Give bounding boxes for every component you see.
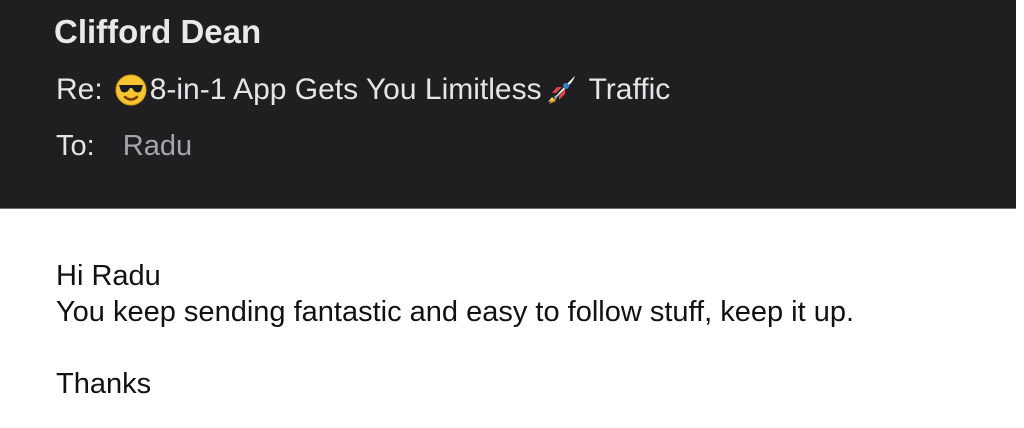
email-view: Clifford Dean Re: 8-in-1 App Gets You Li… — [0, 0, 1024, 428]
recipient-row: To: Radu — [56, 130, 192, 163]
smiling-face-with-sunglasses-icon — [114, 73, 148, 107]
greeting: Hi Radu — [56, 260, 161, 292]
subject-text-after: Traffic — [588, 73, 671, 106]
email-header: Clifford Dean Re: 8-in-1 App Gets You Li… — [0, 0, 1016, 209]
recipient-name[interactable]: Radu — [123, 130, 192, 162]
sender-name: Clifford Dean — [54, 13, 262, 50]
subject-prefix: Re: — [56, 73, 103, 106]
window-edge — [1016, 0, 1024, 428]
closing: Thanks — [56, 368, 152, 400]
body-line: You keep sending fantastic and easy to f… — [56, 296, 855, 328]
to-label: To: — [56, 130, 95, 162]
rocket-icon — [544, 73, 578, 107]
subject-text: 8-in-1 App Gets You Limitless — [149, 73, 542, 106]
email-body: Hi Radu You keep sending fantastic and e… — [56, 258, 854, 402]
subject-line: Re: 8-in-1 App Gets You Limitless Traffi… — [56, 73, 670, 107]
